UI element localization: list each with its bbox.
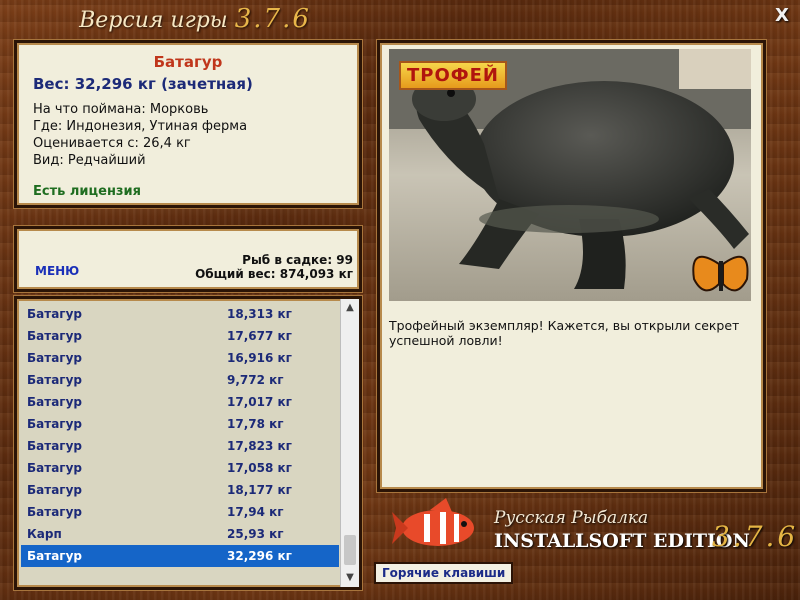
table-row[interactable]: Батагур 17,823 кг xyxy=(21,435,339,457)
fish-weight: Вес: 32,296 кг (зачетная) xyxy=(33,75,253,93)
table-row[interactable]: Батагур 17,058 кг xyxy=(21,457,339,479)
fish-info-panel: Батагур Вес: 32,296 кг (зачетная) На что… xyxy=(14,40,362,208)
catch-name: Батагур xyxy=(27,329,82,343)
table-row[interactable]: Батагур 16,916 кг xyxy=(21,347,339,369)
catch-name: Батагур xyxy=(27,505,82,519)
trophy-photo-panel: ТРОФЕЙ Трофейный экземпляр! Кажется, вы … xyxy=(377,40,766,492)
catch-weight: 17,823 кг xyxy=(227,439,292,453)
table-row[interactable]: Батагур 17,94 кг xyxy=(21,501,339,523)
catch-weight: 17,94 кг xyxy=(227,505,284,519)
window-title: Версия игры 3.7.6 xyxy=(0,4,390,34)
close-icon[interactable]: X xyxy=(772,6,792,26)
cage-stats-panel: МЕНЮ Рыб в садке: 99 Общий вес: 874,093 … xyxy=(14,226,362,292)
catch-weight: 17,677 кг xyxy=(227,329,292,343)
fish-name: Батагур xyxy=(153,53,223,71)
fish-in-cage: Рыб в садке: 99 xyxy=(242,253,353,267)
catch-list-rows: Батагур 18,313 кг Батагур 17,677 кг Батагур 1… xyxy=(21,303,339,567)
butterfly-icon xyxy=(692,255,749,292)
catch-name: Батагур xyxy=(27,351,82,365)
catch-name: Батагур xyxy=(27,395,82,409)
catch-weight: 17,058 кг xyxy=(227,461,292,475)
catch-weight: 18,313 кг xyxy=(227,307,292,321)
catch-weight: 32,296 кг xyxy=(227,549,292,563)
catch-list: Батагур 18,313 кг Батагур 17,677 кг Батагур 1… xyxy=(14,296,362,590)
catch-weight: 25,93 кг xyxy=(227,527,284,541)
catch-name: Батагур xyxy=(27,461,82,475)
catch-weight: 17,78 кг xyxy=(227,417,284,431)
catch-name: Батагур xyxy=(27,483,82,497)
fish-kind: Вид: Редчайший xyxy=(33,153,146,168)
scroll-down-icon[interactable]: ▼ xyxy=(341,569,359,587)
catch-weight: 9,772 кг xyxy=(227,373,284,387)
table-row[interactable]: Батагур 32,296 кг xyxy=(21,545,339,567)
catch-weight: 17,017 кг xyxy=(227,395,292,409)
catch-list-scrollbar[interactable]: ▲ ▼ xyxy=(340,299,359,587)
turtle-photo: ТРОФЕЙ xyxy=(389,49,751,301)
catch-name: Батагур xyxy=(27,549,82,563)
fish-bait: На что поймана: Морковь xyxy=(33,102,209,117)
catch-name: Батагур xyxy=(27,439,82,453)
trophy-badge: ТРОФЕЙ xyxy=(399,61,507,90)
brand-line1: Русская Рыбалка xyxy=(494,508,649,528)
table-row[interactable]: Карп 25,93 кг xyxy=(21,523,339,545)
brand-version: 3.7.6 xyxy=(712,520,799,553)
scroll-up-icon[interactable]: ▲ xyxy=(341,299,359,317)
table-row[interactable]: Батагур 17,677 кг xyxy=(21,325,339,347)
scroll-thumb[interactable] xyxy=(344,535,356,565)
catch-name: Батагур xyxy=(27,307,82,321)
table-row[interactable]: Батагур 18,177 кг xyxy=(21,479,339,501)
catch-name: Батагур xyxy=(27,417,82,431)
table-row[interactable]: Батагур 18,313 кг xyxy=(21,303,339,325)
license-status: Есть лицензия xyxy=(33,184,141,199)
fish-valued-from: Оценивается с: 26,4 кг xyxy=(33,136,191,151)
catch-weight: 18,177 кг xyxy=(227,483,292,497)
title-version: 3.7.6 xyxy=(234,4,311,34)
fish-details: На что поймана: Морковь Где: Индонезия, … xyxy=(33,101,359,169)
catch-name: Карп xyxy=(27,527,62,541)
hotkeys-button[interactable]: Горячие клавиши xyxy=(374,562,514,584)
catch-weight: 16,916 кг xyxy=(227,351,292,365)
trophy-caption: Трофейный экземпляр! Кажется, вы открыли… xyxy=(389,318,740,348)
fish-logo-icon xyxy=(392,498,474,546)
fish-location: Где: Индонезия, Утиная ферма xyxy=(33,119,248,134)
total-weight: Общий вес: 874,093 кг xyxy=(195,267,353,281)
table-row[interactable]: Батагур 17,017 кг xyxy=(21,391,339,413)
catch-name: Батагур xyxy=(27,373,82,387)
table-row[interactable]: Батагур 9,772 кг xyxy=(21,369,339,391)
title-prefix: Версия игры xyxy=(79,8,228,33)
table-row[interactable]: Батагур 17,78 кг xyxy=(21,413,339,435)
menu-button[interactable]: МЕНЮ xyxy=(35,264,79,278)
